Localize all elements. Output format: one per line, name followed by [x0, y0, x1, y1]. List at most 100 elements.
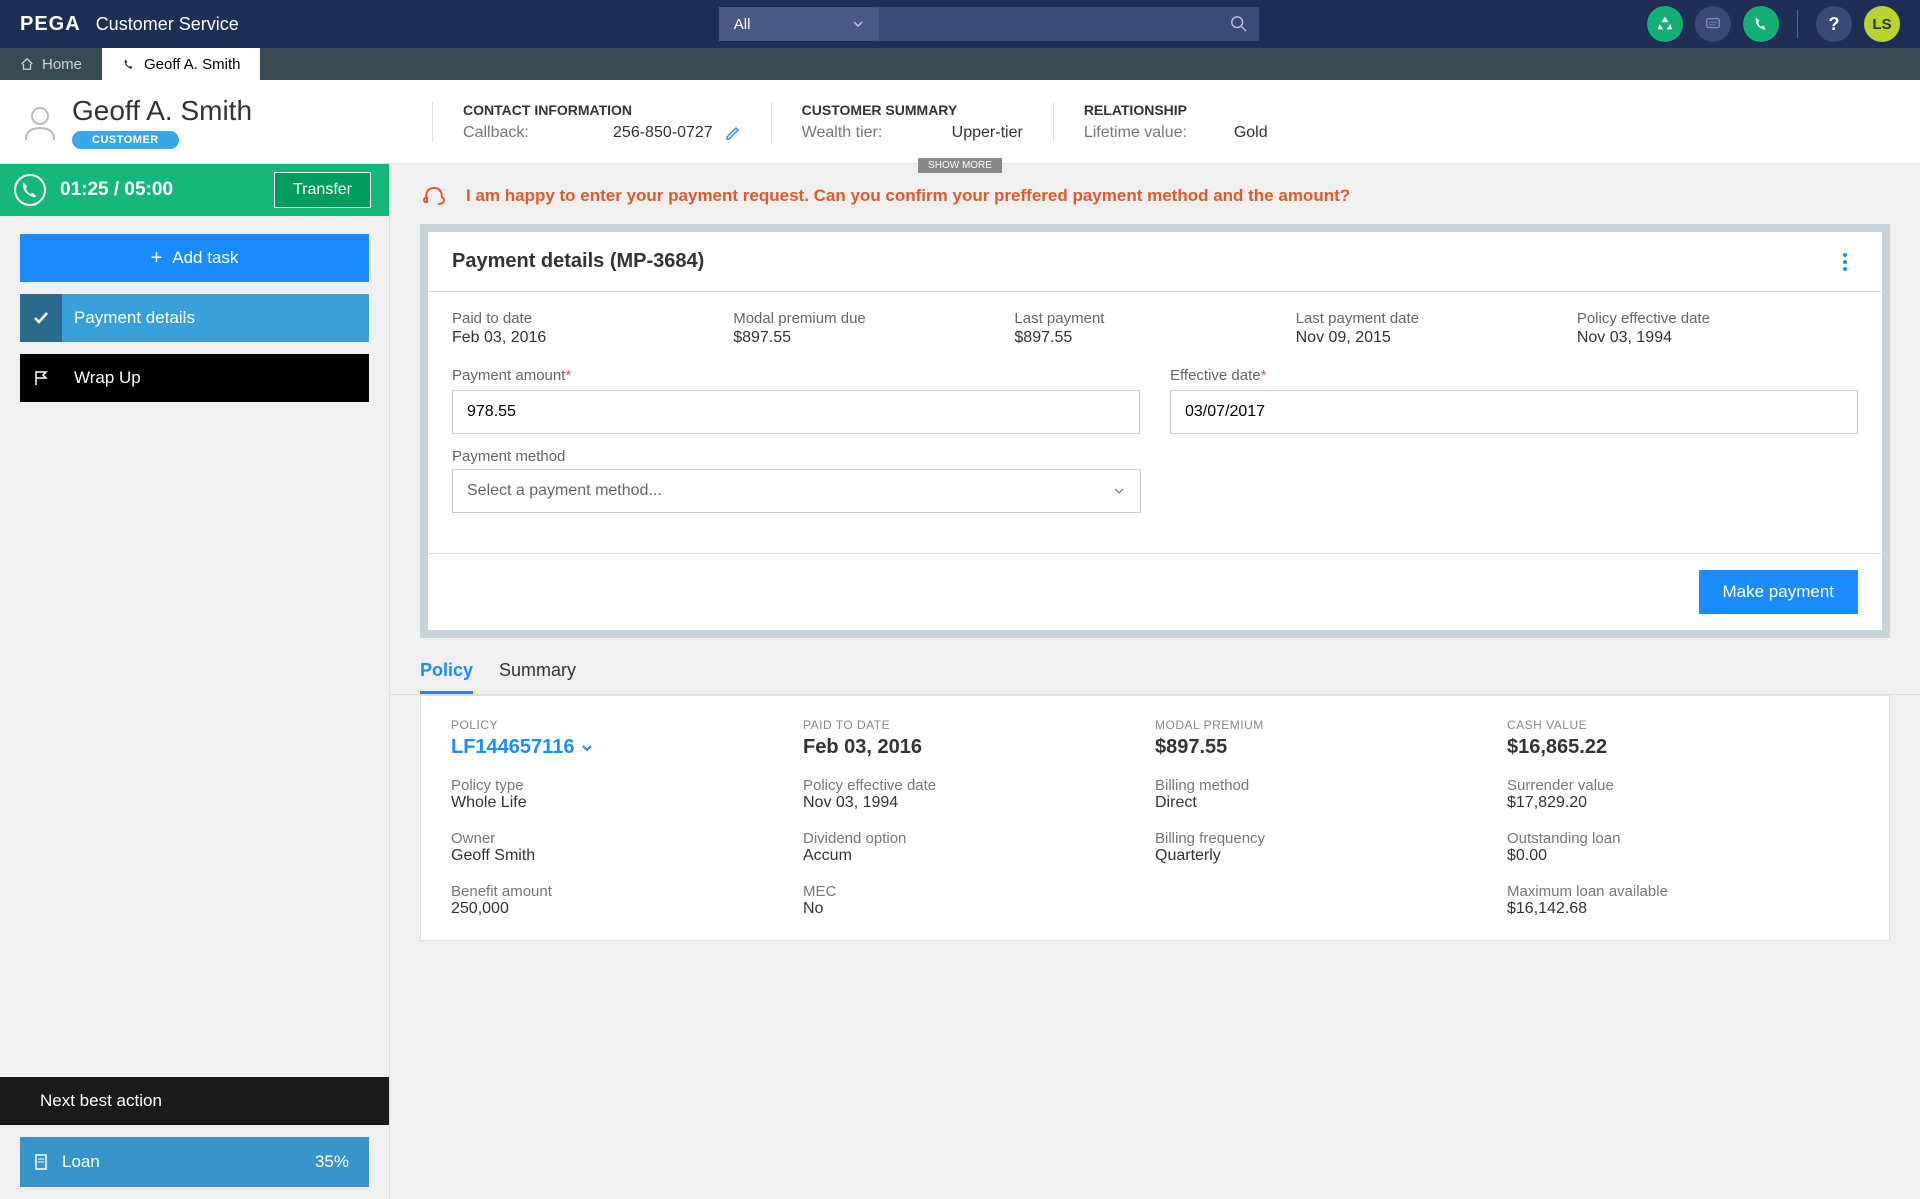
callback-label: Callback: [463, 124, 593, 142]
tab-summary[interactable]: Summary [499, 660, 576, 694]
search-button[interactable] [1219, 7, 1259, 41]
payment-card-title: Payment details (MP-3684) [452, 250, 704, 273]
p-cash-value: $16,865.22 [1507, 736, 1859, 759]
loan-out-label: Outstanding loan [1507, 830, 1859, 847]
owner-value: Geoff Smith [451, 847, 803, 865]
customer-summary-col: CUSTOMER SUMMARY Wealth tier: Upper-tier [771, 102, 1053, 142]
transfer-button[interactable]: Transfer [274, 172, 371, 208]
benefit-value: 250,000 [451, 900, 803, 918]
customer-header: Geoff A. Smith CUSTOMER CONTACT INFORMAT… [0, 80, 1920, 164]
phone-ring-icon [13, 173, 47, 207]
policy-block: POLICYLF144657116 PAID TO DATEFeb 03, 20… [420, 695, 1890, 941]
separator [1797, 10, 1798, 38]
right-content: I am happy to enter your payment request… [390, 164, 1920, 1199]
required-marker: * [1261, 367, 1267, 384]
tab-policy[interactable]: Policy [420, 660, 473, 694]
last-payment-date-label: Last payment date [1296, 310, 1577, 327]
last-payment-date-value: Nov 09, 2015 [1296, 329, 1577, 347]
effective-date-input[interactable] [1170, 390, 1858, 434]
customer-summary-title: CUSTOMER SUMMARY [802, 102, 1023, 118]
p-cash-value-label: CASH VALUE [1507, 718, 1859, 732]
customer-name-block: Geoff A. Smith CUSTOMER [72, 95, 252, 149]
dividend-value: Accum [803, 847, 1155, 865]
search-icon [1230, 15, 1248, 33]
payment-method-label: Payment method [452, 448, 1141, 465]
show-more-button[interactable]: SHOW MORE [918, 158, 1002, 173]
payment-details-label: Payment details [62, 308, 195, 328]
user-avatar[interactable]: LS [1864, 6, 1900, 42]
top-header: PEGA Customer Service All ? LS [0, 0, 1920, 48]
billing-method-label: Billing method [1155, 777, 1507, 794]
payment-card-menu[interactable] [1832, 252, 1858, 272]
relationship-col: RELATIONSHIP Lifetime value: Gold [1053, 102, 1298, 142]
nba-item-loan[interactable]: Loan 35% [20, 1137, 369, 1187]
chevron-down-icon [1112, 484, 1126, 498]
logo: PEGA [20, 13, 81, 36]
paid-to-date-value: Feb 03, 2016 [452, 329, 733, 347]
add-task-label: Add task [172, 248, 238, 268]
policy-number-link[interactable]: LF144657116 [451, 736, 803, 759]
add-task-button[interactable]: + Add task [20, 234, 369, 282]
customer-name: Geoff A. Smith [72, 95, 252, 127]
tab-home[interactable]: Home [0, 48, 102, 80]
search-filter-dropdown[interactable]: All [719, 7, 879, 41]
question-icon: ? [1829, 14, 1840, 35]
phone-button[interactable] [1743, 6, 1779, 42]
last-payment-label: Last payment [1014, 310, 1295, 327]
search-input[interactable] [879, 7, 1219, 41]
sidebar-item-payment-details[interactable]: Payment details [20, 294, 369, 342]
sub-tabs: Policy Summary [390, 638, 1920, 695]
prompt-text: I am happy to enter your payment request… [466, 186, 1350, 206]
tab-customer[interactable]: Geoff A. Smith [102, 48, 260, 80]
top-icons: ? LS [1647, 6, 1900, 42]
chevron-down-icon [580, 741, 594, 755]
surrender-label: Surrender value [1507, 777, 1859, 794]
flag-icon [32, 369, 50, 387]
recycle-button[interactable] [1647, 6, 1683, 42]
chat-button[interactable] [1695, 6, 1731, 42]
pencil-icon [725, 125, 741, 141]
mec-value: No [803, 900, 1155, 918]
chat-icon [1704, 15, 1722, 33]
p-paid-to-date-label: PAID TO DATE [803, 718, 1155, 732]
contact-info-col: CONTACT INFORMATION Callback: 256-850-07… [432, 102, 771, 142]
wealth-tier-label: Wealth tier: [802, 124, 932, 142]
contact-info-title: CONTACT INFORMATION [463, 102, 741, 118]
nba-section: Next best action Loan 35% [0, 1077, 389, 1199]
modal-premium-value: $897.55 [733, 329, 1014, 347]
phone-icon [1752, 15, 1770, 33]
payment-method-select[interactable]: Select a payment method... [452, 469, 1141, 513]
policy-label: POLICY [451, 718, 803, 732]
search-filter-value: All [734, 16, 751, 33]
policy-type-label: Policy type [451, 777, 803, 794]
benefit-label: Benefit amount [451, 883, 803, 900]
tab-home-label: Home [42, 56, 82, 73]
nba-header: Next best action [0, 1077, 389, 1125]
payment-method-placeholder: Select a payment method... [467, 482, 662, 500]
phone-small-icon [122, 57, 136, 71]
p-modal-prem-label: MODAL PREMIUM [1155, 718, 1507, 732]
policy-eff-value: Nov 03, 1994 [1577, 329, 1858, 347]
tabs-row: Home Geoff A. Smith [0, 48, 1920, 80]
payment-amount-input[interactable] [452, 390, 1140, 434]
billing-freq-value: Quarterly [1155, 847, 1507, 865]
make-payment-button[interactable]: Make payment [1699, 570, 1859, 614]
sidebar-item-wrap-up[interactable]: Wrap Up [20, 354, 369, 402]
billing-freq-label: Billing frequency [1155, 830, 1507, 847]
left-sidebar: 01:25 / 05:00 Transfer + Add task Paymen… [0, 164, 390, 1199]
prompt-bar: I am happy to enter your payment request… [390, 164, 1920, 224]
call-bar: 01:25 / 05:00 Transfer [0, 164, 389, 216]
edit-callback-button[interactable] [725, 125, 741, 141]
kebab-icon [1842, 252, 1848, 272]
max-loan-label: Maximum loan available [1507, 883, 1859, 900]
call-timer: 01:25 / 05:00 [60, 179, 274, 201]
document-icon [32, 1153, 50, 1171]
info-columns: CONTACT INFORMATION Callback: 256-850-07… [432, 102, 1920, 142]
max-loan-value: $16,142.68 [1507, 900, 1859, 918]
billing-method-value: Direct [1155, 794, 1507, 812]
check-icon [32, 309, 50, 327]
effective-date-label: Effective date [1170, 367, 1261, 384]
help-button[interactable]: ? [1816, 6, 1852, 42]
payment-amount-label: Payment amount [452, 367, 565, 384]
avatar-icon [20, 102, 60, 142]
